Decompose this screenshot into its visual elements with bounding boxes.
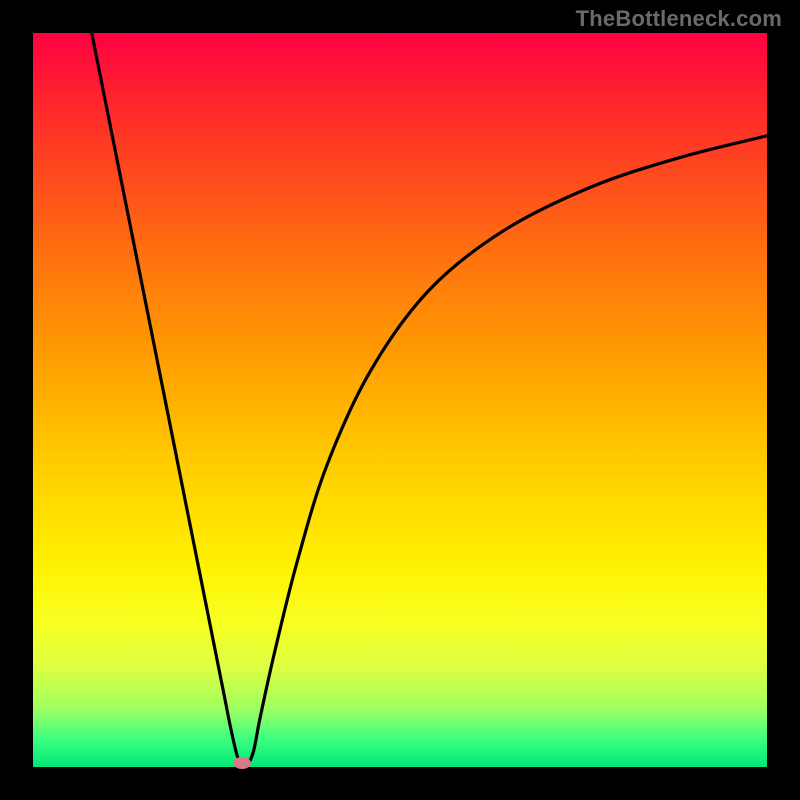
plot-area: [33, 33, 767, 767]
chart-frame: TheBottleneck.com: [0, 0, 800, 800]
curve-svg: [33, 33, 767, 767]
watermark-text: TheBottleneck.com: [576, 6, 782, 32]
bottleneck-curve: [33, 0, 767, 766]
optimum-marker: [233, 757, 251, 769]
